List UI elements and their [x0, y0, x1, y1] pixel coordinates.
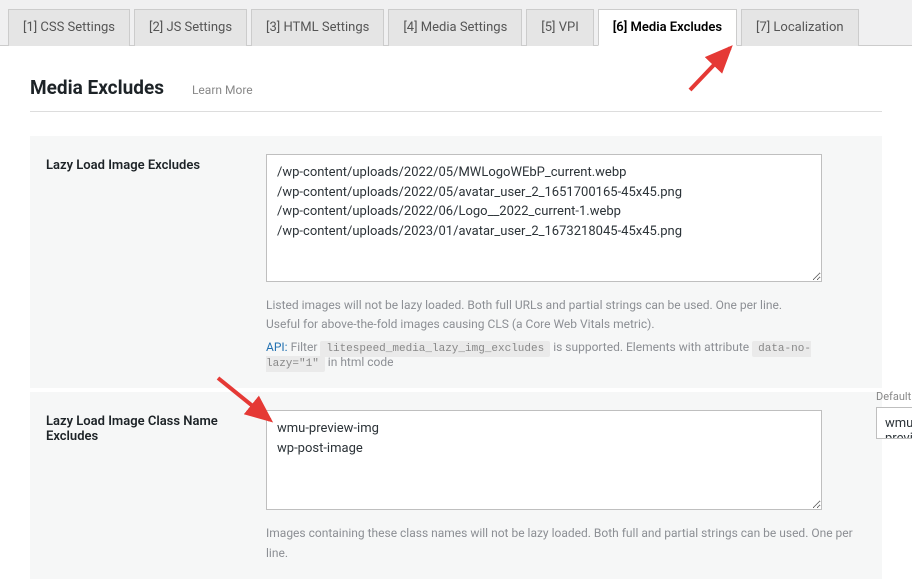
- lazyload-img-excludes-textarea[interactable]: [266, 154, 822, 282]
- api-text: in html code: [328, 355, 394, 369]
- api-text: is supported. Elements with attribute: [553, 340, 749, 354]
- lazyload-class-excludes-textarea[interactable]: [266, 410, 822, 510]
- tab-js-settings[interactable]: [2] JS Settings: [134, 9, 247, 46]
- default-value-content: wmu-previe: [876, 407, 912, 439]
- help-line: Listed images will not be lazy loaded. B…: [266, 296, 866, 315]
- tab-css-settings[interactable]: [1] CSS Settings: [8, 9, 130, 46]
- setting-label: Lazy Load Image Excludes: [46, 154, 266, 173]
- setting-control: Default value: wmu-previe Images contain…: [266, 410, 866, 562]
- setting-label: Lazy Load Image Class Name Excludes: [46, 410, 266, 444]
- settings-tabs: [1] CSS Settings [2] JS Settings [3] HTM…: [0, 0, 912, 46]
- page-title: Media Excludes: [30, 76, 164, 99]
- help-line: Useful for above-the-fold images causing…: [266, 315, 866, 334]
- default-value-box: Default value: wmu-previe: [876, 390, 912, 439]
- setting-lazyload-class-excludes: Lazy Load Image Class Name Excludes Defa…: [30, 392, 882, 579]
- learn-more-link[interactable]: Learn More: [192, 83, 253, 97]
- api-info: API: Filter litespeed_media_lazy_img_exc…: [266, 340, 866, 370]
- api-label: API:: [266, 340, 288, 354]
- help-text: Listed images will not be lazy loaded. B…: [266, 296, 866, 334]
- setting-control: Listed images will not be lazy loaded. B…: [266, 154, 866, 370]
- tab-media-excludes[interactable]: [6] Media Excludes: [598, 9, 737, 46]
- setting-lazyload-img-excludes: Lazy Load Image Excludes Listed images w…: [30, 136, 882, 388]
- api-filter-text: Filter: [291, 340, 318, 354]
- page-header: Media Excludes Learn More: [30, 76, 882, 112]
- content-panel: Media Excludes Learn More Lazy Load Imag…: [0, 46, 912, 579]
- help-text: Images containing these class names will…: [266, 524, 866, 562]
- tab-localization[interactable]: [7] Localization: [741, 9, 859, 46]
- tab-html-settings[interactable]: [3] HTML Settings: [251, 9, 384, 46]
- tab-vpi[interactable]: [5] VPI: [526, 9, 593, 46]
- default-value-label: Default value:: [876, 390, 912, 403]
- tab-media-settings[interactable]: [4] Media Settings: [388, 9, 522, 46]
